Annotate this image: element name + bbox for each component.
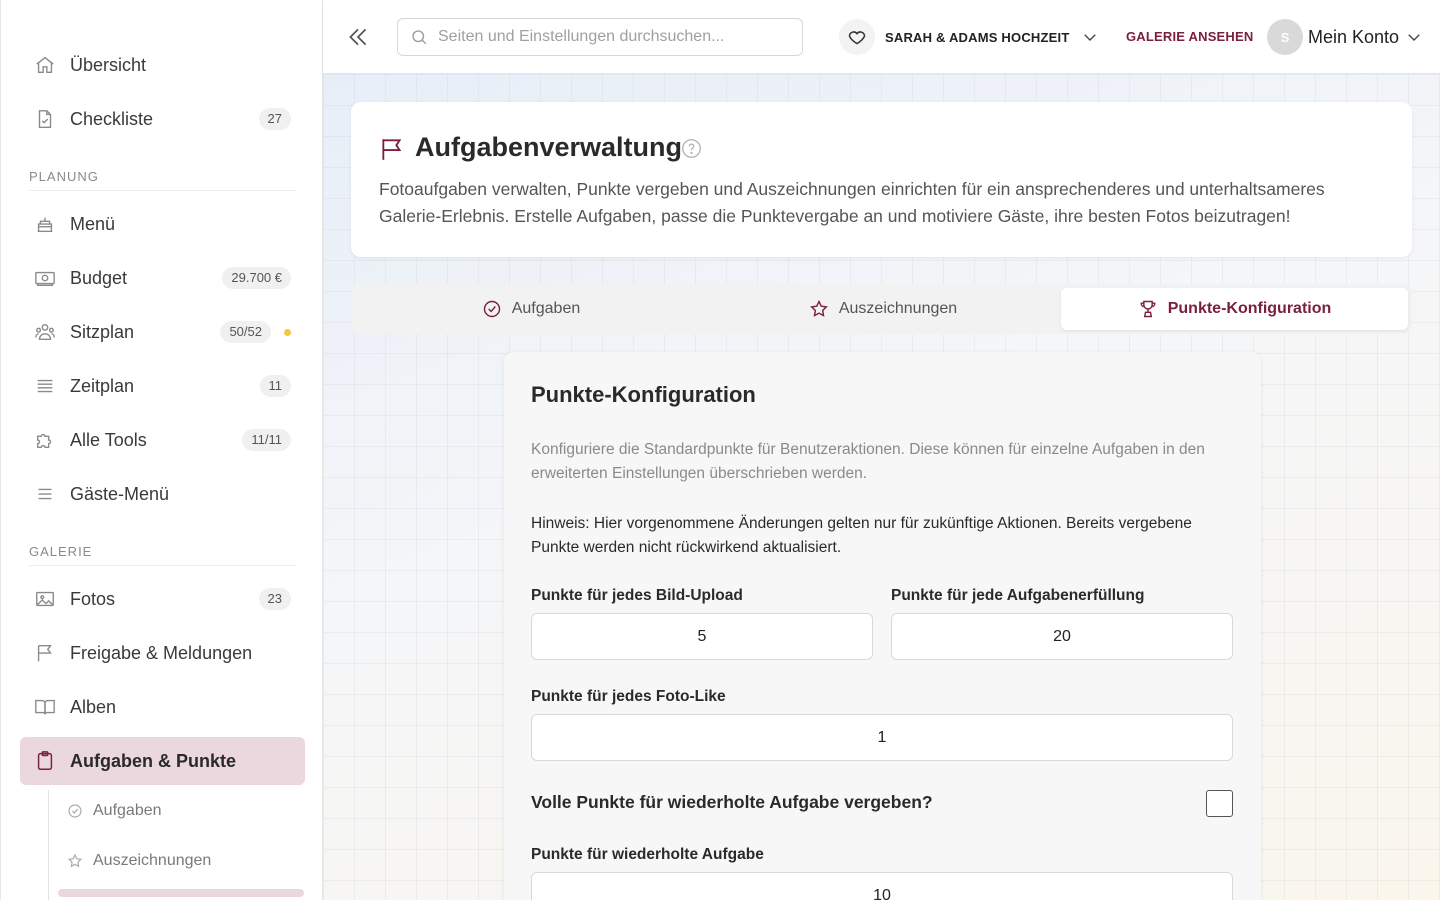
page-header-card: Aufgabenverwaltung Fotoaufgaben verwalte… <box>351 102 1412 257</box>
section-description: Konfiguriere die Standardpunkte für Benu… <box>531 441 1205 482</box>
sidebar-item-freigabe[interactable]: Freigabe & Meldungen <box>20 629 305 677</box>
sidebar: Übersicht Checkliste 27 PLANUNG Menü Bud… <box>0 0 323 900</box>
search-box[interactable] <box>397 18 803 56</box>
count-badge: 27 <box>258 108 291 130</box>
sidebar-subitem-label: Aufgaben <box>93 802 162 819</box>
account-label: Mein Konto <box>1308 26 1400 47</box>
sidebar-item-label: Aufgaben & Punkte <box>70 750 237 771</box>
sidebar-item-label: Übersicht <box>70 54 147 75</box>
like-points-input[interactable] <box>531 714 1233 761</box>
status-dot <box>284 329 291 336</box>
sidebar-item-alle-tools[interactable]: Alle Tools 11/11 <box>20 416 305 464</box>
repeat-points-label: Punkte für wiederholte Aufgabe <box>531 846 764 863</box>
puzzle-icon <box>34 429 56 451</box>
tab-auszeichnungen[interactable]: Auszeichnungen <box>707 288 1059 330</box>
clipboard-icon <box>34 750 56 772</box>
tab-punkte-konfiguration[interactable]: Punkte-Konfiguration <box>1061 288 1408 330</box>
sidebar-item-label: Fotos <box>70 588 116 609</box>
menu-icon <box>34 483 56 505</box>
sidebar-item-label: Checkliste <box>70 108 154 129</box>
section-divider <box>29 190 297 191</box>
sidebar-item-label: Alle Tools <box>70 429 147 450</box>
chevron-down-icon <box>1405 28 1423 46</box>
sidebar-item-budget[interactable]: Budget 29.700 € <box>20 254 305 302</box>
sidebar-item-menu[interactable]: Menü <box>20 200 305 248</box>
sidebar-item-label: Gäste-Menü <box>70 483 170 504</box>
help-icon[interactable] <box>681 138 702 159</box>
count-badge: 11/11 <box>242 429 291 451</box>
check-circle-icon <box>67 803 83 819</box>
sidebar-item-alben[interactable]: Alben <box>20 683 305 731</box>
sidebar-item-uebersicht[interactable]: Übersicht <box>20 41 305 89</box>
list-icon <box>34 375 56 397</box>
checklist-icon <box>34 108 56 130</box>
sidebar-subitem-aufgaben[interactable]: Aufgaben <box>67 802 162 820</box>
sidebar-subitem-auszeichnungen[interactable]: Auszeichnungen <box>67 852 211 870</box>
sidebar-item-label: Sitzplan <box>70 321 135 342</box>
search-input[interactable] <box>438 28 778 46</box>
search-icon <box>410 28 428 46</box>
sidebar-item-checkliste[interactable]: Checkliste 27 <box>20 95 305 143</box>
amount-badge: 29.700 € <box>222 267 291 289</box>
sidebar-item-sitzplan[interactable]: Sitzplan 50/52 <box>20 308 305 356</box>
like-points-label: Punkte für jedes Foto-Like <box>531 688 726 705</box>
section-label-planung: PLANUNG <box>29 169 99 184</box>
cake-icon <box>34 213 56 235</box>
tab-bar: Aufgaben Auszeichnungen Punkte-Konfigura… <box>351 284 1412 334</box>
avatar: S <box>1267 19 1303 55</box>
repeat-full-points-label: Volle Punkte für wiederholte Aufgabe ver… <box>531 792 933 812</box>
tab-label: Punkte-Konfiguration <box>1167 300 1332 317</box>
sidebar-item-label: Alben <box>70 696 117 717</box>
count-badge: 11 <box>259 375 291 397</box>
heart-icon <box>839 19 875 55</box>
book-icon <box>34 696 56 718</box>
trophy-icon <box>1138 299 1158 319</box>
sidebar-subitem-label: Auszeichnungen <box>93 852 212 869</box>
sidebar-item-label: Menü <box>70 213 116 234</box>
tab-label: Aufgaben <box>511 300 581 317</box>
section-divider <box>29 565 297 566</box>
page-title: Aufgabenverwaltung <box>415 132 683 162</box>
collapse-sidebar-icon[interactable] <box>345 24 371 50</box>
people-icon <box>34 321 56 343</box>
money-icon <box>34 267 56 289</box>
section-note: Hinweis: Hier vorgenommene Änderungen ge… <box>531 515 1192 556</box>
sidebar-item-label: Freigabe & Meldungen <box>70 642 253 663</box>
topbar: SARAH & ADAMS HOCHZEIT GALERIE ANSEHEN S… <box>323 0 1440 74</box>
tab-aufgaben[interactable]: Aufgaben <box>355 288 707 330</box>
section-label-galerie: GALERIE <box>29 544 93 559</box>
sidebar-item-label: Zeitplan <box>70 375 135 396</box>
star-icon <box>809 299 829 319</box>
check-circle-icon <box>482 299 502 319</box>
upload-points-label: Punkte für jedes Bild-Upload <box>531 587 743 604</box>
task-points-label: Punkte für jede Aufgabenerfüllung <box>891 587 1145 604</box>
flag-icon <box>379 136 405 162</box>
star-icon <box>67 853 83 869</box>
event-selector[interactable]: SARAH & ADAMS HOCHZEIT <box>839 17 1099 57</box>
upload-points-input[interactable] <box>531 613 873 660</box>
sidebar-item-gaeste-menu[interactable]: Gäste-Menü <box>20 470 305 518</box>
flag-icon <box>34 642 56 664</box>
view-gallery-link[interactable]: GALERIE ANSEHEN <box>1126 29 1253 44</box>
tab-label: Auszeichnungen <box>838 300 958 317</box>
sidebar-item-label: Budget <box>70 267 128 288</box>
section-title: Punkte-Konfiguration <box>531 382 756 407</box>
sidebar-item-fotos[interactable]: Fotos 23 <box>20 575 305 623</box>
repeat-points-input[interactable] <box>531 872 1233 900</box>
image-icon <box>34 588 56 610</box>
sidebar-subitem-active-highlight[interactable] <box>58 889 304 897</box>
home-icon <box>34 54 56 76</box>
points-config-card: Punkte-Konfiguration Konfiguriere die St… <box>504 352 1261 900</box>
count-badge: 50/52 <box>220 321 271 343</box>
chevron-down-icon <box>1081 28 1099 46</box>
page-description: Fotoaufgaben verwalten, Punkte vergeben … <box>379 179 1325 226</box>
count-badge: 23 <box>258 588 291 610</box>
submenu-guide-line <box>48 790 49 900</box>
sidebar-item-zeitplan[interactable]: Zeitplan 11 <box>20 362 305 410</box>
task-points-input[interactable] <box>891 613 1233 660</box>
sidebar-item-aufgaben-punkte[interactable]: Aufgaben & Punkte <box>20 737 305 785</box>
event-name: SARAH & ADAMS HOCHZEIT <box>885 29 1070 45</box>
repeat-full-points-checkbox[interactable] <box>1206 790 1233 817</box>
account-menu[interactable]: S Mein Konto <box>1267 18 1423 56</box>
